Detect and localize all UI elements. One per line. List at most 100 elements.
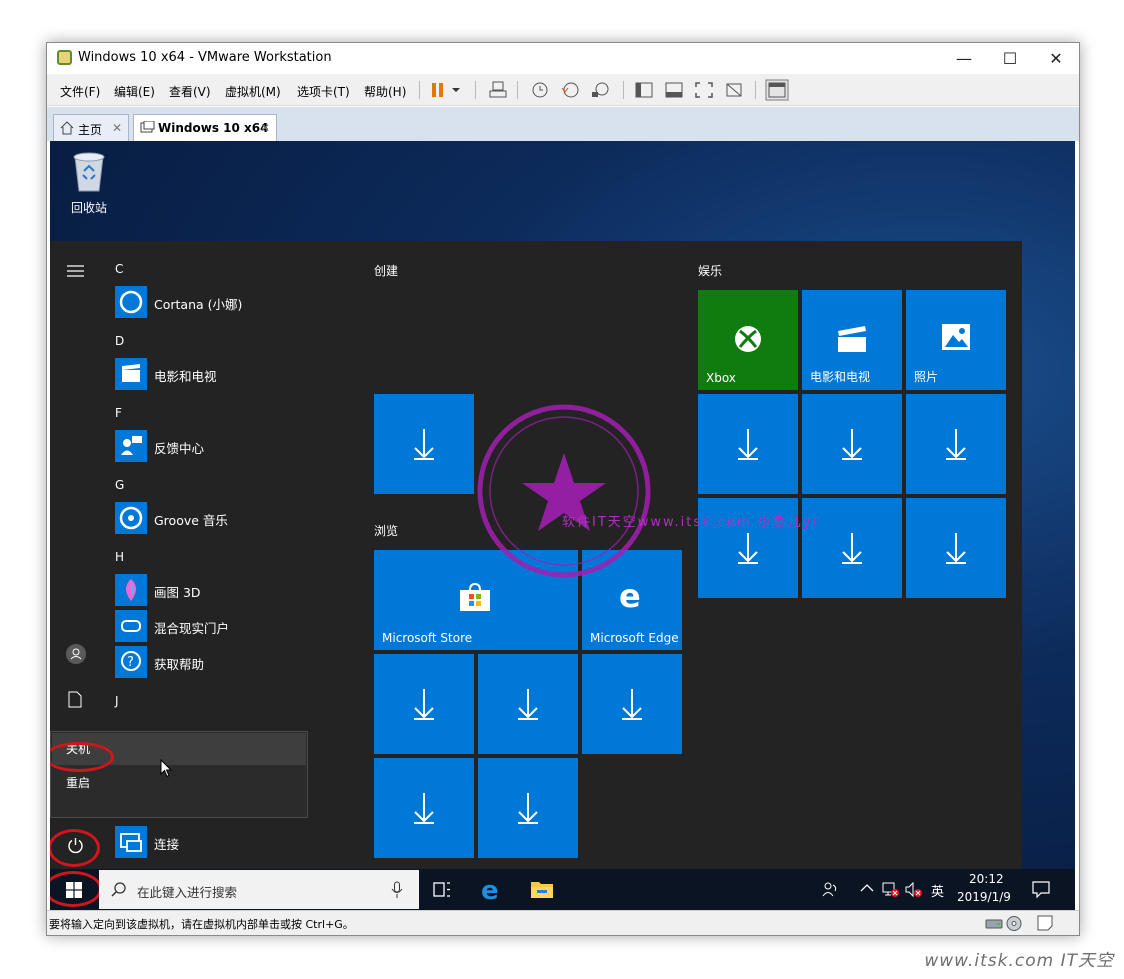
footer-watermark-text: www.itsk.com IT天空 xyxy=(924,951,1114,971)
file-explorer-icon[interactable] xyxy=(530,879,554,899)
app-groove-music-label: Groove 音乐 xyxy=(154,513,228,528)
tile-xbox[interactable]: Xbox xyxy=(698,290,798,390)
message-log-icon[interactable] xyxy=(1037,915,1053,931)
app-feedback-hub-label: 反馈中心 xyxy=(154,441,205,456)
footer-watermark: www.itsk.com IT天空 xyxy=(880,942,1120,974)
toolbar-separator xyxy=(755,81,756,99)
tile-download-placeholder[interactable] xyxy=(906,498,1006,598)
edge-icon: e xyxy=(619,580,641,612)
people-icon[interactable] xyxy=(822,881,838,897)
menu-tabs[interactable]: 选项卡(T) xyxy=(297,83,350,100)
chevron-down-icon[interactable] xyxy=(449,80,463,100)
snapshot-manager-icon[interactable] xyxy=(589,80,611,100)
download-arrow-icon xyxy=(738,533,758,564)
app-list-letter-c[interactable]: C xyxy=(115,262,123,276)
tile-download-placeholder[interactable] xyxy=(374,654,474,754)
recycle-bin-label: 回收站 xyxy=(70,201,107,215)
tile-download-placeholder[interactable] xyxy=(374,758,474,858)
input-method-indicator[interactable]: 英 xyxy=(931,881,944,900)
tile-download-placeholder[interactable] xyxy=(802,394,902,494)
tile-download-placeholder[interactable] xyxy=(374,394,474,494)
maximize-button[interactable]: ☐ xyxy=(987,43,1033,74)
highlight-ring-start xyxy=(50,871,102,907)
xbox-icon xyxy=(735,326,761,352)
photos-icon xyxy=(942,324,970,350)
user-avatar-icon[interactable] xyxy=(66,644,86,664)
full-screen-icon[interactable] xyxy=(693,80,715,100)
console-view-icon[interactable] xyxy=(765,79,789,101)
tab-home[interactable]: 主页 ✕ xyxy=(53,114,129,141)
microphone-icon[interactable] xyxy=(391,881,403,899)
send-keys-icon[interactable] xyxy=(487,80,509,100)
tab-windows-10-close-icon[interactable]: ✕ xyxy=(260,121,270,135)
snapshot-icon[interactable] xyxy=(529,80,551,100)
download-arrow-icon xyxy=(414,793,434,824)
action-center-icon[interactable] xyxy=(1032,881,1050,898)
menu-help[interactable]: 帮助(H) xyxy=(364,83,406,100)
menu-file[interactable]: 文件(F) xyxy=(60,83,100,100)
movies-tv-icon xyxy=(115,358,147,390)
hamburger-menu-icon[interactable] xyxy=(67,265,84,277)
download-arrow-icon xyxy=(946,533,966,564)
svg-text:e: e xyxy=(481,878,499,902)
tile-download-placeholder[interactable] xyxy=(478,654,578,754)
vmware-window: Windows 10 x64 - VMware Workstation — ☐ … xyxy=(46,42,1080,936)
tile-download-placeholder[interactable] xyxy=(906,394,1006,494)
vmware-app-icon xyxy=(57,50,72,65)
tile-photos[interactable]: 照片 xyxy=(906,290,1006,390)
edge-taskbar-icon[interactable]: e xyxy=(481,878,505,902)
documents-icon[interactable] xyxy=(68,691,82,708)
tab-home-label: 主页 xyxy=(78,123,103,137)
menu-vm[interactable]: 虚拟机(M) xyxy=(225,83,281,100)
close-button[interactable]: ✕ xyxy=(1033,43,1079,74)
hard-disk-status-icon[interactable] xyxy=(985,916,1003,931)
get-help-icon: ? xyxy=(115,646,147,678)
tile-download-placeholder[interactable] xyxy=(698,394,798,494)
menu-view[interactable]: 查看(V) xyxy=(169,83,211,100)
toolbar-separator xyxy=(419,81,420,99)
power-restart-option[interactable]: 重启 xyxy=(52,767,306,799)
group-create-title[interactable]: 创建 xyxy=(374,262,398,279)
guest-screen[interactable]: 回收站 C Cortana (小娜) D 电影和电视 F 反馈中心 G Groo… xyxy=(50,141,1075,910)
app-list-letter-g[interactable]: G xyxy=(115,478,124,492)
group-browse-title[interactable]: 浏览 xyxy=(374,522,398,539)
app-list-letter-f[interactable]: F xyxy=(115,406,122,420)
taskbar-clock-date[interactable]: 2019/1/9 xyxy=(957,890,1011,904)
app-connect-label: 连接 xyxy=(154,837,180,852)
menu-edit[interactable]: 编辑(E) xyxy=(114,83,155,100)
pause-icon[interactable] xyxy=(427,80,449,100)
app-list-letter-h[interactable]: H xyxy=(115,550,124,564)
tab-windows-10[interactable]: Windows 10 x64 ✕ xyxy=(133,114,277,141)
taskbar: 在此键入进行搜索 e 英 20:12 2019/1/9 xyxy=(50,869,1075,910)
group-entertainment-title[interactable]: 娱乐 xyxy=(698,262,722,279)
app-cortana-label: Cortana (小娜) xyxy=(154,297,243,312)
thumbnail-view-icon[interactable] xyxy=(663,80,685,100)
task-view-icon[interactable] xyxy=(433,881,451,898)
menu-bar: 文件(F) 编辑(E) 查看(V) 虚拟机(M) 选项卡(T) 帮助(H) xyxy=(47,74,1079,106)
tile-xbox-label: Xbox xyxy=(706,371,736,385)
cd-dvd-status-icon[interactable] xyxy=(1005,915,1023,932)
revert-snapshot-icon[interactable] xyxy=(559,80,581,100)
tile-download-placeholder[interactable] xyxy=(478,758,578,858)
svg-text:?: ? xyxy=(127,655,134,670)
tile-photos-label: 照片 xyxy=(914,370,939,384)
library-view-icon[interactable] xyxy=(633,80,655,100)
taskbar-clock-time[interactable]: 20:12 xyxy=(969,872,1004,886)
show-hidden-icons-chevron-up-icon[interactable] xyxy=(860,883,874,893)
start-menu: C Cortana (小娜) D 电影和电视 F 反馈中心 G Groove 音… xyxy=(50,241,1022,869)
desktop-recycle-bin[interactable]: 回收站 xyxy=(64,149,114,216)
app-list-letter-j[interactable]: J xyxy=(115,694,119,708)
download-arrow-icon xyxy=(414,689,434,720)
mixed-reality-icon xyxy=(115,610,147,642)
volume-muted-icon[interactable] xyxy=(905,881,923,898)
unity-mode-icon[interactable] xyxy=(723,80,745,100)
download-arrow-icon xyxy=(738,429,758,460)
taskbar-search-box[interactable]: 在此键入进行搜索 xyxy=(99,870,419,909)
tile-download-placeholder[interactable] xyxy=(582,654,682,754)
network-disconnected-icon[interactable] xyxy=(882,881,900,898)
app-list-letter-d[interactable]: D xyxy=(115,334,124,348)
tab-home-close-icon[interactable]: ✕ xyxy=(112,121,122,135)
tile-movies-tv[interactable]: 电影和电视 xyxy=(802,290,902,390)
minimize-button[interactable]: — xyxy=(941,43,987,74)
download-arrow-icon xyxy=(842,533,862,564)
